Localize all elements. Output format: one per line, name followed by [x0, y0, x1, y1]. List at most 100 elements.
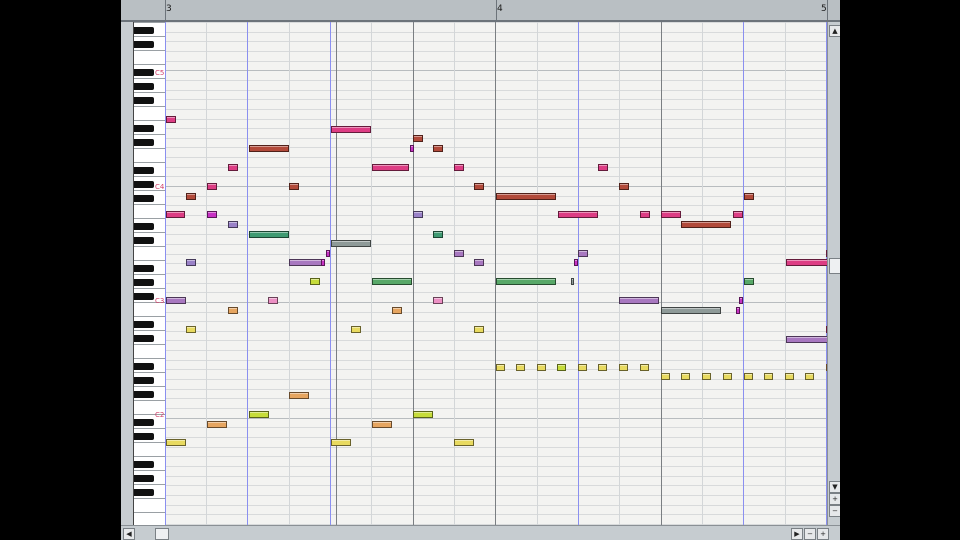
white-key[interactable] — [134, 120, 165, 121]
horizontal-scrollbar[interactable]: ◀ ▶ − + — [121, 525, 840, 540]
midi-note[interactable] — [433, 145, 443, 152]
white-key[interactable] — [134, 50, 165, 51]
midi-note[interactable] — [736, 307, 740, 314]
white-key[interactable] — [134, 442, 165, 443]
white-key[interactable] — [134, 274, 165, 275]
midi-note[interactable] — [351, 326, 361, 333]
midi-note[interactable] — [228, 307, 238, 314]
zoom-out-h-icon[interactable]: − — [804, 528, 816, 540]
note-grid[interactable] — [165, 22, 827, 525]
scroll-right-icon[interactable]: ▶ — [791, 528, 803, 540]
black-key[interactable] — [134, 181, 154, 188]
midi-note[interactable] — [249, 145, 289, 152]
midi-note[interactable] — [289, 392, 309, 399]
zoom-in-h-icon[interactable]: + — [817, 528, 829, 540]
midi-note[interactable] — [474, 259, 484, 266]
midi-note[interactable] — [186, 259, 196, 266]
midi-note[interactable] — [433, 297, 443, 304]
midi-note[interactable] — [454, 164, 464, 171]
midi-note[interactable] — [516, 364, 525, 371]
midi-note[interactable] — [326, 250, 330, 257]
midi-note[interactable] — [661, 211, 681, 218]
black-key[interactable] — [134, 195, 154, 202]
midi-note[interactable] — [310, 278, 320, 285]
white-key[interactable] — [134, 106, 165, 107]
white-key[interactable] — [134, 456, 165, 457]
horizontal-scroll-thumb[interactable] — [155, 528, 169, 540]
midi-note[interactable] — [474, 326, 484, 333]
midi-note[interactable] — [598, 364, 607, 371]
black-key[interactable] — [134, 41, 154, 48]
scroll-up-icon[interactable]: ▲ — [829, 25, 840, 37]
white-key[interactable] — [134, 316, 165, 317]
black-key[interactable] — [134, 461, 154, 468]
midi-note[interactable] — [413, 211, 423, 218]
midi-note[interactable] — [744, 278, 754, 285]
white-key[interactable] — [134, 246, 165, 247]
white-key[interactable] — [134, 176, 165, 177]
midi-note[interactable] — [166, 211, 185, 218]
midi-note[interactable] — [640, 364, 649, 371]
midi-note[interactable] — [619, 364, 628, 371]
midi-note[interactable] — [619, 297, 659, 304]
black-key[interactable] — [134, 321, 154, 328]
midi-note[interactable] — [186, 326, 196, 333]
black-key[interactable] — [134, 83, 154, 90]
vertical-scroll-thumb[interactable] — [829, 258, 840, 274]
midi-note[interactable] — [166, 297, 186, 304]
black-key[interactable] — [134, 279, 154, 286]
midi-note[interactable] — [574, 259, 578, 266]
midi-note[interactable] — [598, 164, 608, 171]
midi-note[interactable] — [228, 221, 238, 228]
black-key[interactable] — [134, 489, 154, 496]
midi-note[interactable] — [557, 364, 566, 371]
midi-note[interactable] — [661, 373, 670, 380]
midi-note[interactable] — [166, 439, 186, 446]
black-key[interactable] — [134, 363, 154, 370]
midi-note[interactable] — [372, 421, 392, 428]
midi-note[interactable] — [207, 421, 227, 428]
white-key[interactable] — [134, 218, 165, 219]
midi-note[interactable] — [413, 135, 423, 142]
midi-note[interactable] — [786, 259, 827, 266]
midi-note[interactable] — [733, 211, 743, 218]
white-key[interactable] — [134, 372, 165, 373]
black-key[interactable] — [134, 139, 154, 146]
white-key[interactable] — [134, 232, 165, 233]
midi-note[interactable] — [681, 373, 690, 380]
black-key[interactable] — [134, 475, 154, 482]
white-key[interactable] — [134, 484, 165, 485]
midi-note[interactable] — [321, 259, 325, 266]
midi-note[interactable] — [764, 373, 773, 380]
white-key[interactable] — [134, 400, 165, 401]
midi-note[interactable] — [786, 336, 827, 343]
midi-note[interactable] — [186, 193, 196, 200]
white-key[interactable] — [134, 162, 165, 163]
black-key[interactable] — [134, 237, 154, 244]
black-key[interactable] — [134, 97, 154, 104]
midi-note[interactable] — [474, 183, 484, 190]
midi-note[interactable] — [744, 193, 754, 200]
midi-note[interactable] — [571, 278, 574, 285]
white-key[interactable] — [134, 22, 165, 23]
midi-note[interactable] — [392, 307, 402, 314]
midi-note[interactable] — [166, 116, 176, 123]
midi-note[interactable] — [805, 373, 814, 380]
midi-note[interactable] — [331, 439, 351, 446]
black-key[interactable] — [134, 27, 154, 34]
midi-note[interactable] — [249, 231, 289, 238]
scroll-left-icon[interactable]: ◀ — [123, 528, 135, 540]
white-key[interactable] — [134, 134, 165, 135]
midi-note[interactable] — [739, 297, 743, 304]
black-key[interactable] — [134, 125, 154, 132]
black-key[interactable] — [134, 433, 154, 440]
white-key[interactable] — [134, 36, 165, 37]
midi-note[interactable] — [372, 164, 409, 171]
black-key[interactable] — [134, 419, 154, 426]
midi-note[interactable] — [640, 211, 650, 218]
midi-note[interactable] — [723, 373, 732, 380]
black-key[interactable] — [134, 335, 154, 342]
timeline-ruler[interactable]: 3 4 5 — [121, 0, 840, 22]
black-key[interactable] — [134, 223, 154, 230]
midi-note[interactable] — [207, 211, 217, 218]
